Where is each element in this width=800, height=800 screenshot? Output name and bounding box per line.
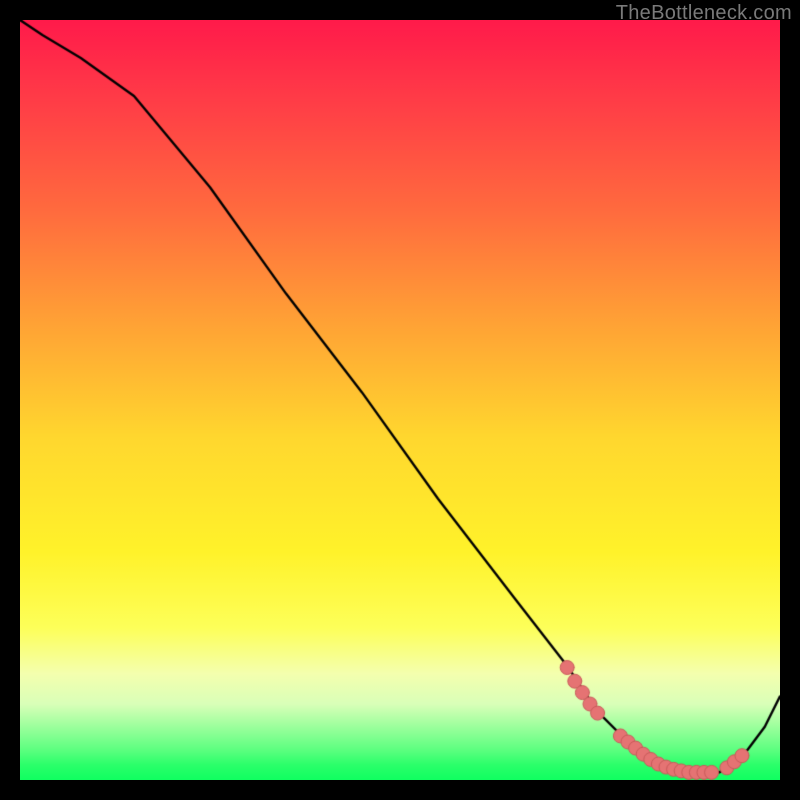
plot-area <box>20 20 780 780</box>
curve-canvas <box>20 20 780 780</box>
chart-frame: TheBottleneck.com <box>0 0 800 800</box>
